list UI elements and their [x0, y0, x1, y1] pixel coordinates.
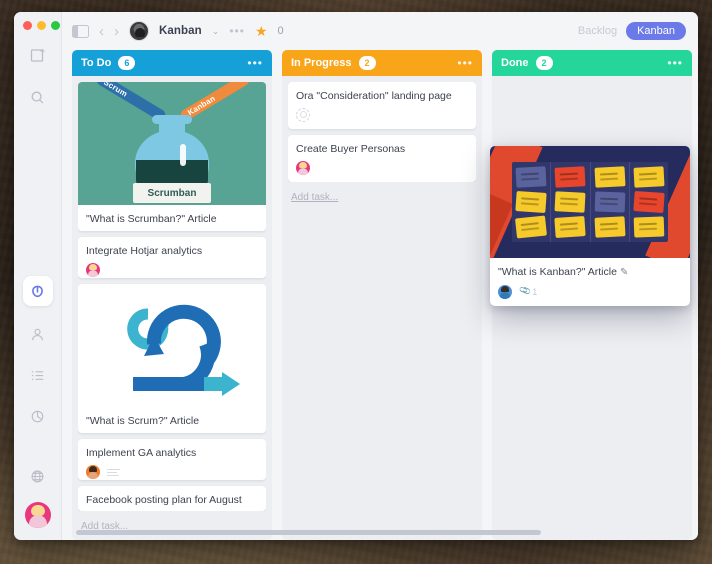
dragged-card-title-text: "What is Kanban?" Article: [498, 266, 617, 278]
unassigned-avatar-icon[interactable]: [296, 108, 310, 123]
star-icon[interactable]: ★: [255, 23, 268, 40]
kanban-board: To Do 6 ••• Scrum Kanban Scrumban "What …: [62, 50, 698, 540]
chart-icon[interactable]: [25, 403, 51, 429]
column-to-do: To Do 6 ••• Scrum Kanban Scrumban "What …: [72, 50, 272, 540]
column-count: 6: [118, 56, 136, 70]
card-title: "What is Scrumban?" Article: [86, 213, 217, 225]
column-body-to-do: Scrum Kanban Scrumban "What is Scrumban?…: [72, 76, 272, 540]
card-title: Create Buyer Personas: [296, 143, 406, 156]
card-title: Implement GA analytics: [86, 447, 197, 460]
card-buyer-personas[interactable]: Create Buyer Personas: [288, 135, 476, 183]
new-item-icon[interactable]: [25, 42, 51, 68]
column-count: 2: [358, 56, 376, 70]
dragged-card-meta: 📎 1: [498, 283, 682, 299]
people-icon[interactable]: [25, 321, 51, 347]
horizontal-scrollbar[interactable]: [76, 530, 688, 535]
card-title: Integrate Hotjar analytics: [86, 244, 203, 257]
kanban-board-art: [512, 162, 668, 242]
card-list: Scrum Kanban Scrumban "What is Scrumban?…: [78, 82, 266, 511]
assignee-avatar[interactable]: [86, 263, 100, 278]
bottle-label-text: Scrumban: [147, 187, 197, 199]
assignee-avatar[interactable]: [296, 161, 310, 176]
toggle-sidebar-icon[interactable]: [72, 24, 89, 38]
card-implement-ga[interactable]: Implement GA analytics: [78, 439, 266, 481]
scrollbar-thumb[interactable]: [76, 530, 542, 535]
attachment-chip: 📎 1: [516, 283, 538, 299]
card-facebook-plan[interactable]: Facebook posting plan for August: [78, 486, 266, 511]
main-area: ‹ › Kanban ⌄ ••• ★ 0 Backlog Kanban To D…: [62, 12, 698, 540]
card-what-is-scrum[interactable]: "What is Scrum?" Article 📎 1: [78, 284, 266, 434]
card-title: "What is Scrum?" Article: [86, 415, 200, 428]
paperclip-icon: 📎: [516, 283, 532, 299]
add-task-in-progress[interactable]: Add task...: [288, 188, 476, 205]
card-what-is-scrumban[interactable]: Scrum Kanban Scrumban "What is Scrumban?…: [78, 82, 266, 231]
column-header-in-progress: In Progress 2 •••: [282, 50, 482, 76]
rail-nav-group: [22, 276, 53, 429]
assignee-avatar[interactable]: [498, 284, 512, 299]
column-header-to-do: To Do 6 •••: [72, 50, 272, 76]
card-title: Facebook posting plan for August: [86, 494, 242, 507]
column-in-progress: In Progress 2 ••• Ora "Consideration" la…: [282, 50, 482, 540]
column-title: Done: [501, 57, 529, 69]
sidebar-item-projects[interactable]: [22, 276, 53, 306]
column-body-in-progress: Ora "Consideration" landing page Create …: [282, 76, 482, 540]
back-button[interactable]: ‹: [99, 24, 104, 39]
top-bar: ‹ › Kanban ⌄ ••• ★ 0 Backlog Kanban: [62, 12, 698, 50]
card-cover-scrum: [78, 284, 266, 408]
column-header-done: Done 2 •••: [492, 50, 692, 76]
card-meta: [86, 465, 258, 480]
board-more-icon[interactable]: •••: [229, 24, 245, 38]
card-list: Ora "Consideration" landing page Create …: [288, 82, 476, 183]
assignee-avatar[interactable]: [86, 465, 100, 480]
bottle-label: Scrumban: [133, 183, 211, 203]
scrum-tube-label: Scrum: [102, 82, 129, 99]
page-title: Kanban: [159, 25, 202, 37]
card-meta: [296, 161, 468, 176]
star-count: 0: [277, 25, 284, 37]
tab-kanban[interactable]: Kanban: [626, 22, 686, 40]
dragged-card-title: "What is Kanban?" Article ✎: [498, 265, 682, 280]
column-menu-icon[interactable]: •••: [667, 56, 683, 70]
close-button[interactable]: [23, 21, 32, 30]
board-logo-icon: [129, 21, 149, 41]
column-menu-icon[interactable]: •••: [457, 56, 473, 70]
tab-backlog[interactable]: Backlog: [578, 25, 617, 37]
forward-button[interactable]: ›: [114, 24, 119, 39]
scrum-illustration: [78, 284, 266, 408]
left-rail: [14, 12, 62, 540]
description-icon: [107, 468, 120, 477]
search-icon[interactable]: [25, 84, 51, 110]
column-count: 2: [535, 56, 553, 70]
window-controls: [14, 12, 60, 38]
edit-pencil-icon[interactable]: ✎: [620, 267, 628, 278]
card-meta: [86, 263, 258, 278]
card-cover-kanban: [490, 146, 690, 258]
dragged-card[interactable]: "What is Kanban?" Article ✎ 📎 1: [490, 146, 690, 306]
card-ora-consideration[interactable]: Ora "Consideration" landing page: [288, 82, 476, 130]
attachment-count: 1: [532, 286, 538, 297]
column-title: In Progress: [291, 57, 352, 69]
list-icon[interactable]: [25, 362, 51, 388]
column-title: To Do: [81, 57, 112, 69]
card-integrate-hotjar[interactable]: Integrate Hotjar analytics: [78, 236, 266, 279]
card-meta: [296, 108, 468, 123]
maximize-button[interactable]: [51, 21, 60, 30]
rail-top-group: [25, 42, 51, 110]
minimize-button[interactable]: [37, 21, 46, 30]
app-window: ‹ › Kanban ⌄ ••• ★ 0 Backlog Kanban To D…: [14, 12, 698, 540]
kanban-illustration: [490, 146, 690, 258]
globe-icon[interactable]: [25, 463, 51, 489]
column-menu-icon[interactable]: •••: [247, 56, 263, 70]
card-cover-scrumban: Scrum Kanban Scrumban: [78, 82, 266, 205]
chevron-down-icon[interactable]: ⌄: [212, 26, 220, 37]
card-title: Ora "Consideration" landing page: [296, 90, 452, 102]
view-tabs: Backlog Kanban: [578, 22, 686, 40]
rail-bottom-group: [24, 463, 51, 528]
user-avatar[interactable]: [24, 502, 51, 528]
scrumban-illustration: Scrum Kanban Scrumban: [78, 82, 266, 205]
